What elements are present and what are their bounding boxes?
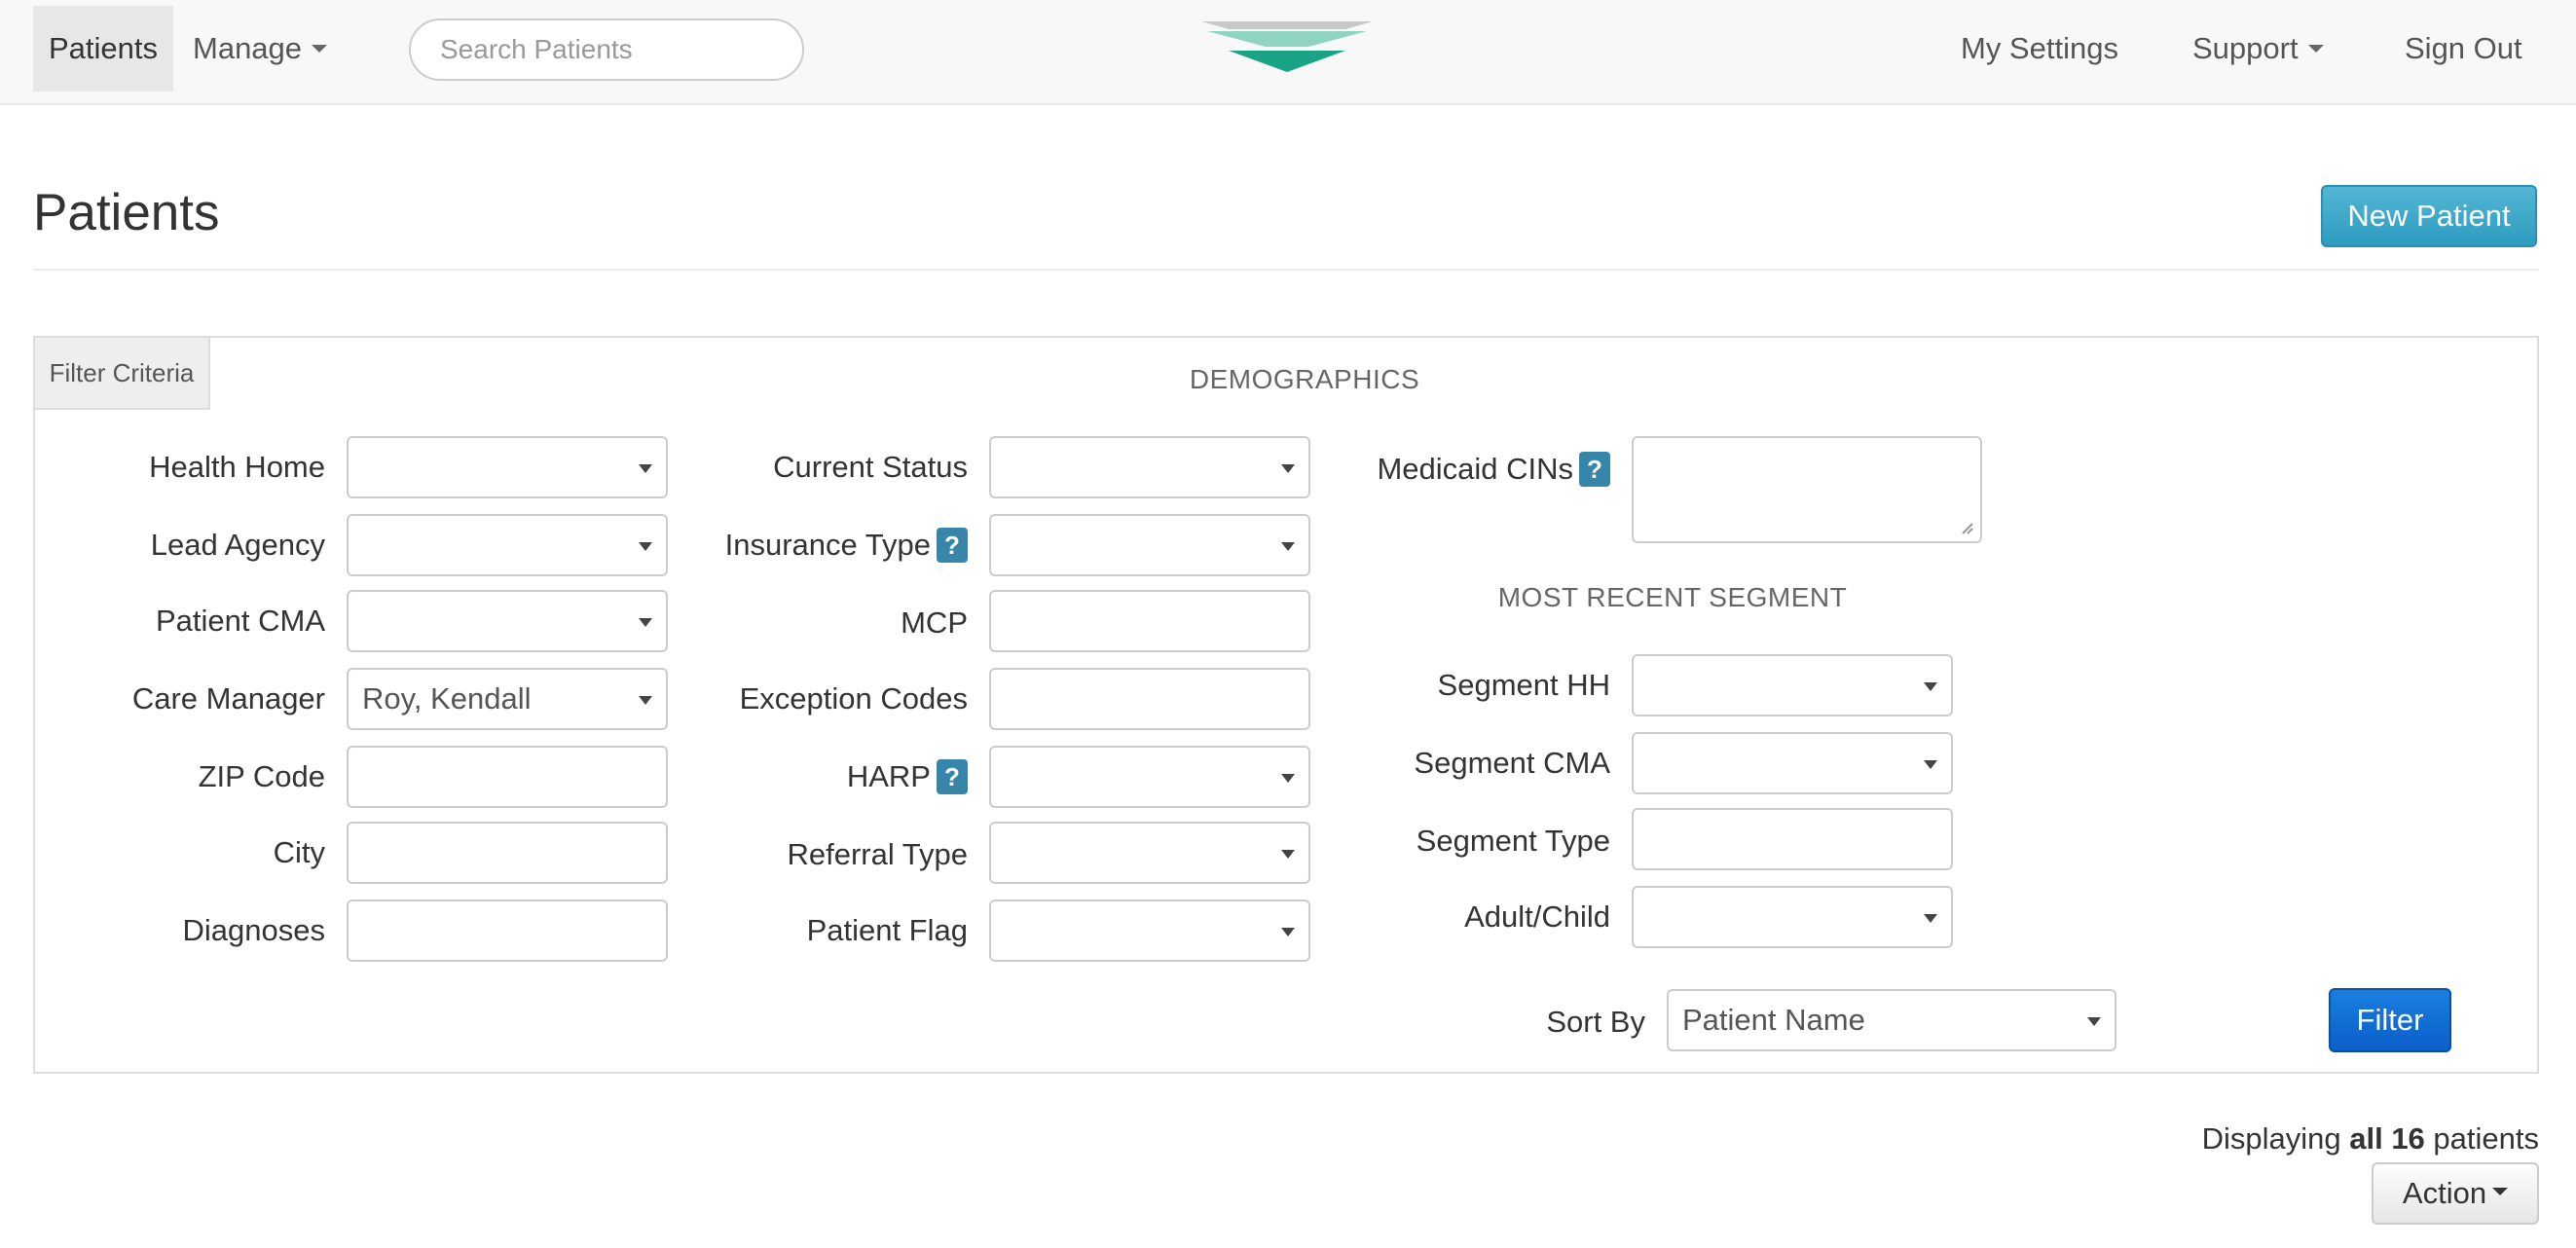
medicaid-cins-label-group: Medicaid CINs? bbox=[1324, 438, 1610, 500]
patient-flag-select[interactable] bbox=[989, 899, 1310, 962]
care-manager-label: Care Manager bbox=[131, 681, 325, 716]
action-dropdown-button[interactable]: Action bbox=[2372, 1162, 2539, 1225]
help-icon[interactable]: ? bbox=[937, 527, 968, 563]
diagnoses-label: Diagnoses bbox=[182, 913, 325, 947]
city-label: City bbox=[273, 835, 325, 869]
nav-support-label: Support bbox=[2192, 31, 2299, 65]
nav-link-sign-out[interactable]: Sign Out bbox=[2405, 6, 2522, 92]
adult-child-select[interactable] bbox=[1632, 886, 1953, 948]
current-status-select[interactable] bbox=[989, 436, 1310, 498]
zip-code-input[interactable] bbox=[347, 746, 668, 808]
help-icon[interactable]: ? bbox=[1579, 451, 1610, 487]
exception-codes-input[interactable] bbox=[989, 668, 1310, 730]
help-icon[interactable]: ? bbox=[937, 758, 968, 794]
nav-tab-patients[interactable]: Patients bbox=[33, 6, 173, 92]
patient-cma-label: Patient CMA bbox=[155, 604, 325, 638]
harp-label: HARP bbox=[846, 759, 931, 793]
chevron-down-icon bbox=[312, 44, 328, 53]
results-count-value: all 16 bbox=[2349, 1121, 2425, 1156]
nav-manage-label: Manage bbox=[193, 31, 303, 65]
mcp-label: MCP bbox=[901, 606, 968, 640]
medicaid-cins-textarea[interactable] bbox=[1632, 436, 1982, 543]
segment-cma-label: Segment CMA bbox=[1414, 746, 1610, 780]
referral-type-select[interactable] bbox=[989, 822, 1310, 884]
exception-codes-label: Exception Codes bbox=[739, 681, 968, 716]
segment-cma-select[interactable] bbox=[1632, 732, 1953, 794]
diagnoses-input[interactable] bbox=[347, 899, 668, 962]
resize-grip-icon[interactable] bbox=[1959, 520, 1974, 535]
results-count: Displaying all 16 patients bbox=[2202, 1121, 2539, 1156]
nav-link-my-settings[interactable]: My Settings bbox=[1961, 6, 2118, 92]
medicaid-cins-label: Medicaid CINs bbox=[1377, 452, 1573, 486]
filter-criteria-tab[interactable]: Filter Criteria bbox=[35, 338, 210, 410]
zip-code-label: ZIP Code bbox=[198, 759, 325, 793]
chevron-down-icon bbox=[2492, 1188, 2509, 1195]
action-label: Action bbox=[2402, 1176, 2487, 1210]
nav-menu-support[interactable]: Support bbox=[2192, 6, 2324, 92]
segment-type-label: Segment Type bbox=[1416, 824, 1610, 858]
lead-agency-select[interactable] bbox=[347, 514, 668, 576]
segment-type-input[interactable] bbox=[1632, 808, 1953, 870]
segment-hh-select[interactable] bbox=[1632, 654, 1953, 716]
health-home-label: Health Home bbox=[149, 450, 325, 484]
filter-button[interactable]: Filter bbox=[2329, 988, 2451, 1052]
chevron-down-icon bbox=[2307, 44, 2324, 53]
harp-select[interactable] bbox=[989, 746, 1310, 808]
demographics-heading: DEMOGRAPHICS bbox=[1189, 364, 1420, 394]
most-recent-segment-heading: MOST RECENT SEGMENT bbox=[1497, 582, 1848, 612]
insurance-type-label: Insurance Type bbox=[724, 528, 931, 562]
sort-by-label: Sort By bbox=[1546, 1005, 1645, 1039]
sort-by-select[interactable]: Patient Name bbox=[1667, 989, 2116, 1051]
health-home-select[interactable] bbox=[347, 436, 668, 498]
city-input[interactable] bbox=[347, 822, 668, 884]
results-suffix: patients bbox=[2424, 1121, 2539, 1156]
harp-label-group: HARP? bbox=[681, 746, 968, 808]
nav-menu-manage[interactable]: Manage bbox=[193, 6, 328, 92]
page-title: Patients bbox=[33, 184, 220, 241]
mcp-input[interactable] bbox=[989, 590, 1310, 652]
insurance-type-select[interactable] bbox=[989, 514, 1310, 576]
new-patient-button[interactable]: New Patient bbox=[2321, 185, 2537, 247]
search-input[interactable] bbox=[409, 18, 804, 81]
results-prefix: Displaying bbox=[2201, 1121, 2350, 1156]
lead-agency-label: Lead Agency bbox=[150, 528, 325, 562]
patient-cma-select[interactable] bbox=[347, 590, 668, 652]
segment-hh-label: Segment HH bbox=[1437, 668, 1610, 702]
header-divider bbox=[33, 269, 2539, 271]
adult-child-label: Adult/Child bbox=[1464, 899, 1610, 934]
insurance-type-label-group: Insurance Type? bbox=[681, 514, 968, 576]
patient-flag-label: Patient Flag bbox=[806, 913, 968, 947]
brand-logo bbox=[1201, 21, 1373, 72]
care-manager-select[interactable]: Roy, Kendall bbox=[347, 668, 668, 730]
referral-type-label: Referral Type bbox=[787, 837, 968, 871]
current-status-label: Current Status bbox=[773, 450, 968, 484]
